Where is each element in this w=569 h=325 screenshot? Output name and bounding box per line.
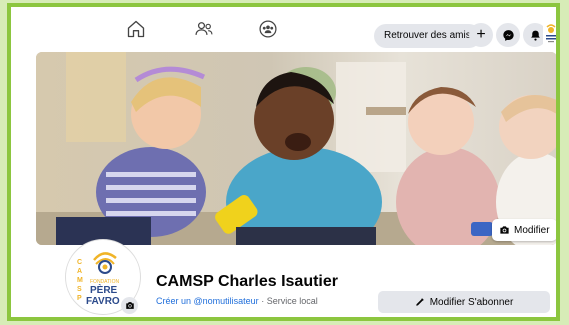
edit-cover-label: Modifier: [514, 224, 550, 236]
page-frame: Retrouver des amis + Modifier C A M S P …: [7, 3, 560, 321]
edit-profile-picture-button[interactable]: [121, 297, 138, 314]
svg-text:FAVRO: FAVRO: [86, 296, 120, 307]
separator: ·: [261, 296, 265, 306]
friends-icon[interactable]: [193, 18, 215, 40]
account-avatar-thumbnail[interactable]: [543, 21, 556, 49]
camera-icon: [500, 226, 509, 234]
edit-cover-button[interactable]: Modifier: [492, 219, 556, 241]
messenger-button[interactable]: [496, 23, 520, 47]
page-title: CAMSP Charles Isautier: [156, 273, 338, 290]
svg-text:C: C: [77, 259, 82, 266]
bell-icon: [530, 30, 540, 41]
camera-icon: [125, 302, 134, 309]
home-icon[interactable]: [125, 18, 147, 40]
edit-follow-label: Modifier S'abonner: [429, 296, 514, 308]
svg-text:A: A: [77, 268, 82, 275]
svg-text:PÈRE: PÈRE: [90, 283, 118, 296]
create-username-link[interactable]: Créer un @nomutilisateur: [156, 296, 259, 306]
edit-follow-button[interactable]: Modifier S'abonner: [378, 291, 550, 313]
messenger-icon: [502, 29, 514, 41]
cover-photo[interactable]: [36, 52, 556, 245]
groups-icon[interactable]: [257, 18, 279, 40]
page-subtitle: Créer un @nomutilisateur · Service local: [156, 296, 318, 306]
svg-text:M: M: [77, 277, 83, 284]
create-button[interactable]: +: [469, 23, 493, 47]
svg-text:P: P: [77, 295, 82, 302]
cover-image-children-playing: [36, 52, 556, 245]
top-navigation-bar: Retrouver des amis +: [11, 7, 556, 51]
plus-icon: +: [476, 26, 486, 43]
svg-text:S: S: [77, 286, 82, 293]
page-category: Service local: [266, 296, 318, 306]
find-friends-button[interactable]: Retrouver des amis: [374, 24, 481, 48]
pencil-icon: [415, 298, 424, 306]
